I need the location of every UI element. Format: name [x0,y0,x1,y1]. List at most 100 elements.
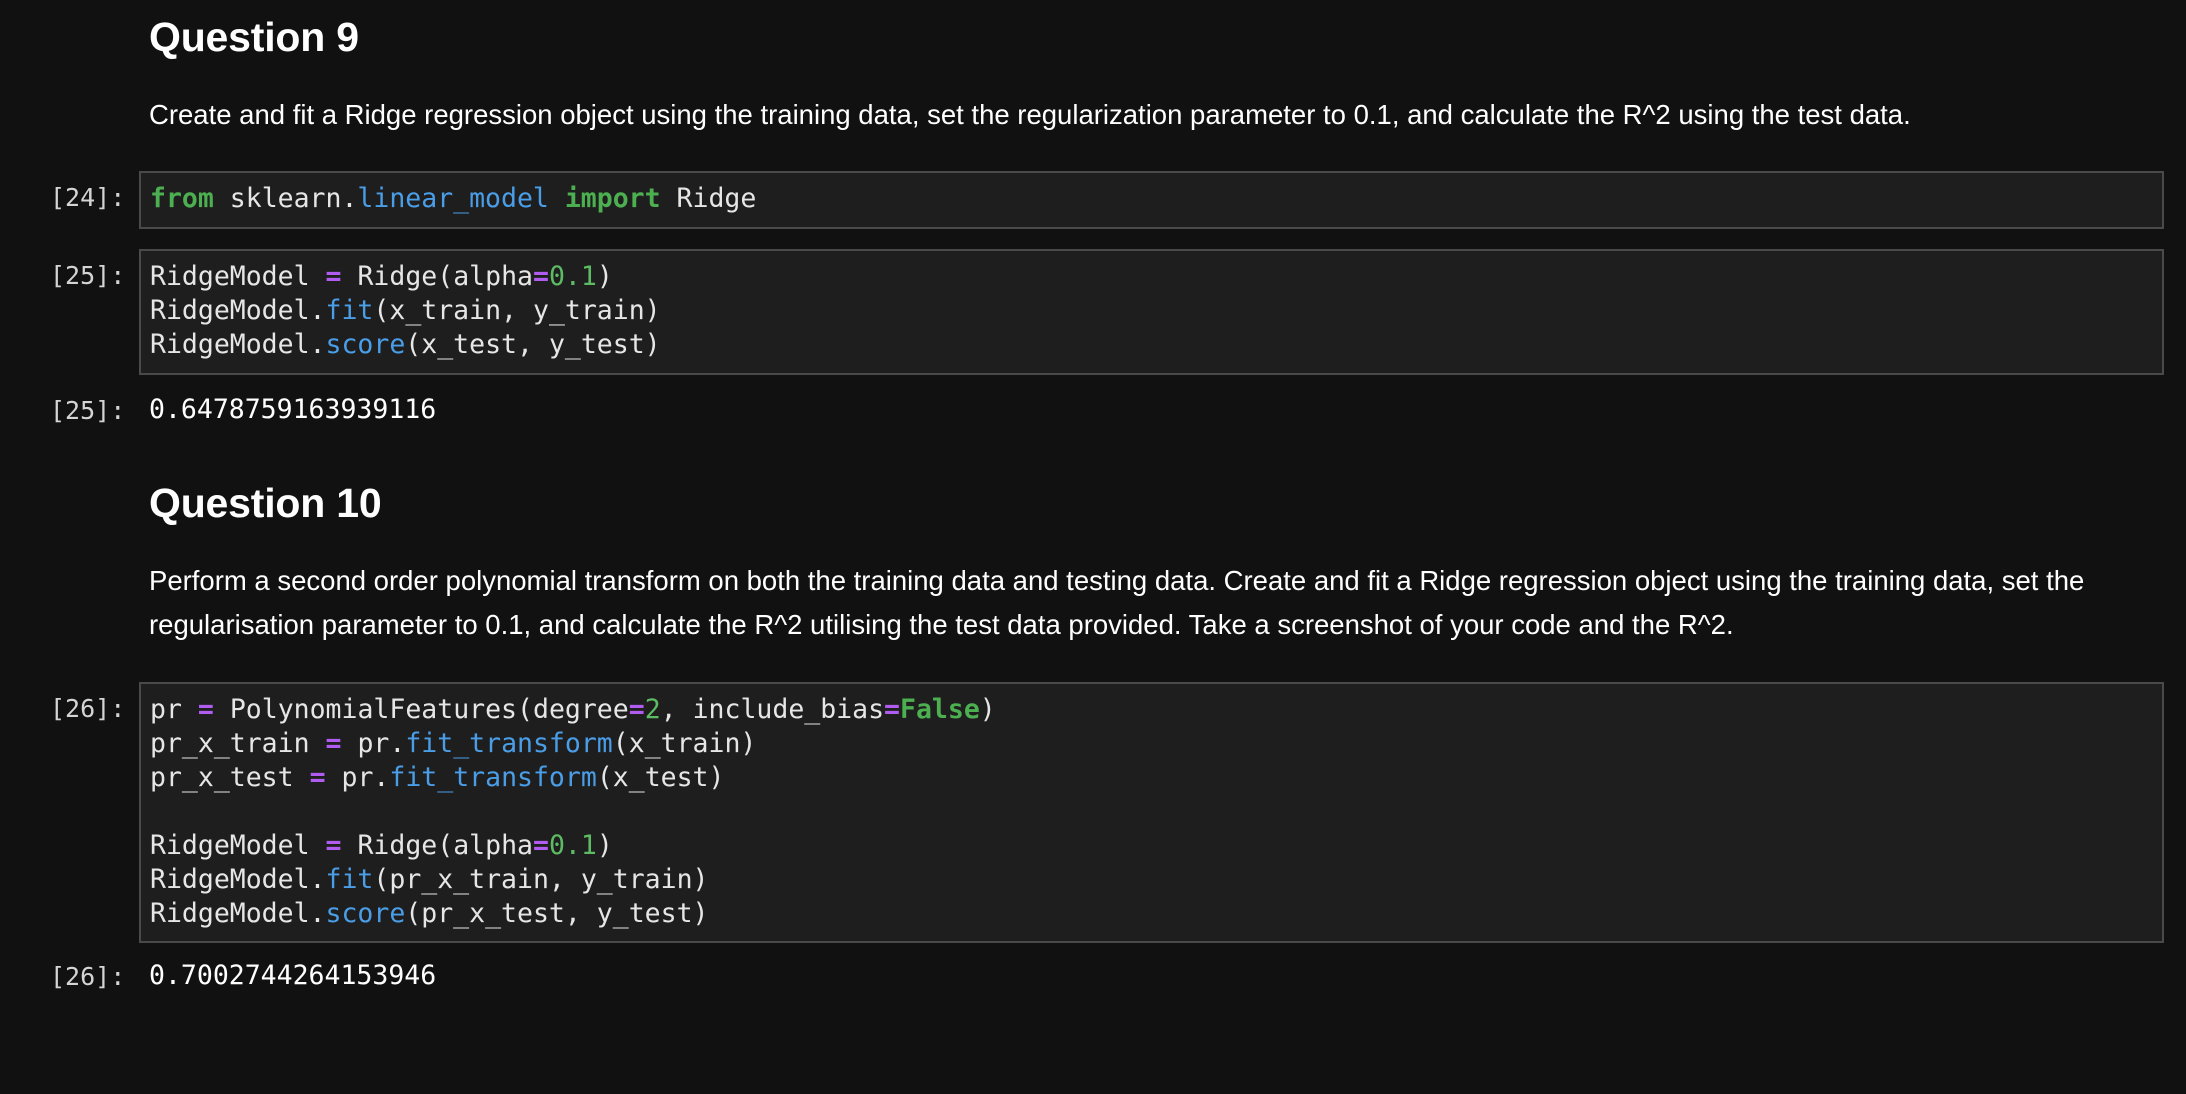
code-number: 2 [644,694,661,725]
code-line: RidgeModel.fit(pr_x_train, y_train) [150,864,709,895]
code-punctuation: ) [596,830,613,861]
code-punctuation: ( [437,830,454,861]
code-identifier: RidgeModel [150,898,310,929]
code-punctuation: , [660,694,677,725]
code-token-import: import [564,183,661,214]
code-attribute: score [325,329,406,360]
code-punctuation: ) [979,694,996,725]
code-token-submodule: linear_model [357,183,549,214]
code-identifier: include_bias [692,694,885,725]
code-token-module: sklearn. [213,183,358,214]
code-punctuation: ) [644,295,661,326]
code-punctuation: . [373,762,390,793]
code-identifier: pr_x_test [150,762,294,793]
code-number: 0.1 [548,261,597,292]
code-identifier: pr_x_train [150,728,310,759]
cell-26-prompt: [26]: [50,694,126,723]
code-attribute: fit_transform [405,728,613,759]
code-punctuation: . [389,728,406,759]
code-cell-25[interactable]: RidgeModel = Ridge(alpha=0.1) RidgeModel… [139,249,2164,375]
code-identifier: pr [341,762,374,793]
code-punctuation: ( [373,295,390,326]
code-punctuation: ( [405,898,422,929]
code-operator: = [309,762,326,793]
code-identifier: RidgeModel [150,864,310,895]
code-punctuation: ( [405,329,422,360]
code-identifier: x_test [612,762,709,793]
cell-25-output: 0.6478759163939116 [149,394,437,425]
code-attribute: fit [325,864,374,895]
code-identifier: pr_x_test [421,898,565,929]
code-punctuation: ( [596,762,613,793]
code-identifier: PolynomialFeatures [229,694,518,725]
code-cell-26-editor[interactable]: pr = PolynomialFeatures(degree=2, includ… [141,684,2162,931]
code-identifier: y_train [532,295,645,326]
cell-24-prompt: [24]: [50,183,126,212]
code-identifier: pr [357,728,390,759]
code-operator: = [628,694,645,725]
code-punctuation: . [309,864,326,895]
code-line: RidgeModel.fit(x_train, y_train) [150,295,661,326]
code-constant: False [900,694,980,725]
code-punctuation: ) [596,261,613,292]
code-operator: = [197,694,214,725]
code-number: 0.1 [548,830,597,861]
code-token-name: Ridge [660,183,757,214]
code-cell-25-editor[interactable]: RidgeModel = Ridge(alpha=0.1) RidgeModel… [141,251,2162,362]
code-line: RidgeModel.score(pr_x_test, y_test) [150,898,709,929]
code-punctuation: ( [517,694,533,725]
code-line: RidgeModel = Ridge(alpha=0.1) [150,261,613,292]
code-punctuation: . [309,898,326,929]
code-cell-24[interactable]: from sklearn.linear_model import Ridge [139,171,2164,229]
code-line: RidgeModel = Ridge(alpha=0.1) [150,830,613,861]
code-punctuation: . [309,295,326,326]
code-operator: = [532,830,549,861]
code-identifier: RidgeModel [150,329,310,360]
code-identifier: RidgeModel [150,830,310,861]
cell-25-output-prompt: [25]: [50,396,126,425]
question-10-text: Perform a second order polynomial transf… [149,565,2085,640]
code-attribute: fit [325,295,374,326]
code-punctuation: ( [612,728,629,759]
code-identifier: Ridge [357,830,438,861]
question-9-heading: Question 9 [149,14,359,60]
question-9-text: Create and fit a Ridge regression object… [149,99,1911,130]
code-operator: = [325,261,342,292]
code-identifier: alpha [453,830,533,861]
code-identifier: y_test [548,329,645,360]
cell-26-output-prompt: [26]: [50,962,126,991]
code-cell-26[interactable]: pr = PolynomialFeatures(degree=2, includ… [139,682,2164,943]
code-cell-24-editor[interactable]: from sklearn.linear_model import Ridge [141,173,2162,216]
code-identifier: y_train [580,864,693,895]
code-identifier: x_train [628,728,741,759]
code-punctuation: ) [708,762,725,793]
code-identifier: x_test [421,329,517,360]
code-punctuation: ) [692,898,709,929]
code-identifier: pr_x_train [389,864,549,895]
code-punctuation: , [517,329,533,360]
code-punctuation: ) [740,728,757,759]
code-attribute: fit_transform [389,762,597,793]
code-punctuation: . [309,329,326,360]
code-punctuation: ) [692,864,709,895]
code-punctuation: , [564,898,581,929]
code-operator: = [532,261,549,292]
code-punctuation: ) [644,329,661,360]
code-identifier: degree [532,694,629,725]
code-identifier: Ridge [357,261,438,292]
cell-25-prompt: [25]: [50,261,126,290]
code-line: pr_x_train = pr.fit_transform(x_train) [150,728,756,759]
